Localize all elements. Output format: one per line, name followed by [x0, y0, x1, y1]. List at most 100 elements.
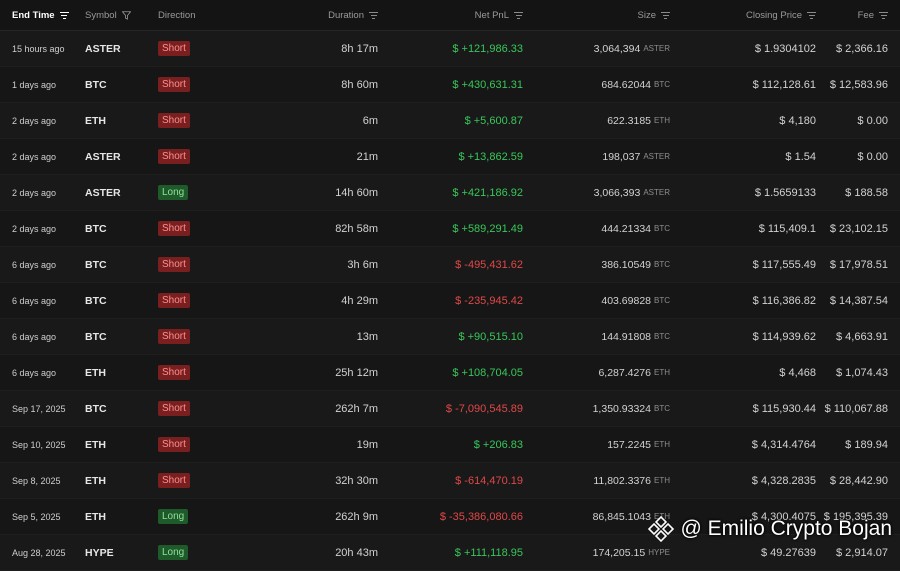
fee-cell: $ 23,102.15 — [820, 211, 888, 246]
symbol-value: ASTER — [85, 186, 121, 199]
direction-cell: Long — [158, 499, 238, 534]
net-pnl-value: $ +5,600.87 — [464, 114, 523, 127]
duration-cell: 8h 17m — [280, 31, 378, 66]
direction-badge: Short — [158, 293, 190, 308]
size-value: 174,205.15 — [592, 546, 646, 559]
closing-price-cell: $ 117,555.49 — [690, 247, 816, 282]
closing-price-value: $ 1.54 — [785, 150, 816, 163]
table-row[interactable]: 2 days ago ASTER Short 21m $ +13,862.59 198,0… — [0, 139, 900, 175]
net-pnl-value: $ -35,386,080.66 — [439, 510, 523, 523]
table-row[interactable]: 2 days ago ETH Short 6m $ +5,600.87 622.3185 E… — [0, 103, 900, 139]
sort-icon[interactable] — [369, 11, 378, 19]
fee-value: $ 0.00 — [857, 114, 888, 127]
net-pnl-column-header[interactable]: Net PnL — [400, 0, 523, 30]
table-row[interactable]: 15 hours ago ASTER Short 8h 17m $ +121,986.3… — [0, 31, 900, 67]
direction-cell: Long — [158, 535, 238, 570]
fee-cell: $ 189.94 — [820, 427, 888, 462]
closing-price-value: $ 4,468 — [779, 366, 816, 379]
duration-value: 262h 9m — [335, 510, 378, 523]
closing-price-value: $ 112,128.61 — [752, 78, 816, 91]
symbol-column-header[interactable]: Symbol — [85, 0, 145, 30]
sort-icon[interactable] — [807, 11, 816, 19]
table-row[interactable]: 1 days ago BTC Short 8h 60m $ +430,631.31 684… — [0, 67, 900, 103]
fee-value: $ 189.94 — [845, 438, 888, 451]
duration-cell: 21m — [280, 139, 378, 174]
symbol-cell[interactable]: HYPE — [85, 535, 145, 570]
closing-price-value: $ 4,314.4764 — [751, 438, 816, 451]
duration-value: 4h 29m — [341, 294, 378, 307]
symbol-cell[interactable]: BTC — [85, 247, 145, 282]
symbol-cell[interactable]: ETH — [85, 355, 145, 390]
size-cell: 444.21334 BTC — [530, 211, 670, 246]
closing-price-value: $ 1.5659133 — [754, 186, 816, 199]
table-row[interactable]: 6 days ago ETH Short 25h 12m $ +108,704.05 6,… — [0, 355, 900, 391]
direction-badge: Short — [158, 473, 190, 488]
symbol-cell[interactable]: BTC — [85, 391, 145, 426]
symbol-cell[interactable]: ETH — [85, 499, 145, 534]
sort-icon[interactable] — [879, 11, 888, 19]
symbol-value: ETH — [85, 510, 106, 523]
size-column-header[interactable]: Size — [530, 0, 670, 30]
size-value: 144.91808 — [601, 330, 651, 343]
table-row[interactable]: 6 days ago BTC Short 4h 29m $ -235,945.42 403… — [0, 283, 900, 319]
size-value: 198,037 — [602, 150, 641, 163]
table-row[interactable]: 6 days ago BTC Short 13m $ +90,515.10 144.918… — [0, 319, 900, 355]
net-pnl-value: $ -235,945.42 — [455, 294, 523, 307]
net-pnl-value: $ +108,704.05 — [452, 366, 523, 379]
direction-cell: Short — [158, 139, 238, 174]
symbol-cell[interactable]: ETH — [85, 463, 145, 498]
symbol-value: ETH — [85, 438, 106, 451]
symbol-cell[interactable]: BTC — [85, 283, 145, 318]
direction-cell: Short — [158, 103, 238, 138]
closing-price-column-header[interactable]: Closing Price — [690, 0, 816, 30]
table-row[interactable]: 6 days ago BTC Short 3h 6m $ -495,431.62 386.… — [0, 247, 900, 283]
size-value: 403.69828 — [601, 294, 651, 307]
symbol-cell[interactable]: BTC — [85, 67, 145, 102]
symbol-cell[interactable]: ETH — [85, 427, 145, 462]
duration-cell: 19m — [280, 427, 378, 462]
size-unit: ETH — [654, 116, 670, 125]
symbol-cell[interactable]: ASTER — [85, 175, 145, 210]
filter-icon[interactable] — [121, 10, 131, 20]
end-time-value: 6 days ago — [12, 295, 57, 306]
duration-cell: 20h 43m — [280, 535, 378, 570]
duration-column-header[interactable]: Duration — [280, 0, 378, 30]
closing-price-value: $ 4,180 — [779, 114, 816, 127]
net-pnl-cell: $ +589,291.49 — [400, 211, 523, 246]
closing-price-value: $ 115,930.44 — [752, 402, 816, 415]
symbol-cell[interactable]: BTC — [85, 211, 145, 246]
end-time-value: 6 days ago — [12, 331, 57, 342]
table-row[interactable]: Sep 8, 2025 ETH Short 32h 30m $ -614,470.19 1… — [0, 463, 900, 499]
closing-price-value: $ 117,555.49 — [752, 258, 816, 271]
fee-column-header[interactable]: Fee — [820, 0, 888, 30]
table-row[interactable]: Sep 17, 2025 BTC Short 262h 7m $ -7,090,545.… — [0, 391, 900, 427]
symbol-cell[interactable]: ASTER — [85, 31, 145, 66]
sort-icon[interactable] — [661, 11, 670, 19]
duration-cell: 4h 29m — [280, 283, 378, 318]
size-cell: 3,064,394 ASTER — [530, 31, 670, 66]
symbol-cell[interactable]: ETH — [85, 103, 145, 138]
size-unit: BTC — [654, 404, 670, 413]
symbol-cell[interactable]: BTC — [85, 319, 145, 354]
table-row[interactable]: 2 days ago BTC Short 82h 58m $ +589,291.49 44… — [0, 211, 900, 247]
end-time-cell: 15 hours ago — [12, 31, 82, 66]
sort-icon[interactable] — [59, 11, 69, 19]
end-time-column-header[interactable]: End Time — [12, 0, 82, 30]
size-unit: HYPE — [648, 548, 670, 557]
symbol-cell[interactable]: ASTER — [85, 139, 145, 174]
direction-cell: Short — [158, 355, 238, 390]
net-pnl-cell: $ -614,470.19 — [400, 463, 523, 498]
table-header: End Time Symbol Direction Duration Net P… — [0, 0, 900, 31]
size-value: 1,350.93324 — [592, 402, 651, 415]
table-row[interactable]: 2 days ago ASTER Long 14h 60m $ +421,186.92 3… — [0, 175, 900, 211]
closing-price-value: $ 114,939.62 — [752, 330, 816, 343]
table-row[interactable]: Sep 10, 2025 ETH Short 19m $ +206.83 157.2245… — [0, 427, 900, 463]
sort-icon[interactable] — [514, 11, 523, 19]
end-time-cell: Sep 10, 2025 — [12, 427, 82, 462]
fee-cell: $ 0.00 — [820, 103, 888, 138]
size-unit: ETH — [654, 476, 670, 485]
end-time-value: 2 days ago — [12, 151, 57, 162]
duration-value: 14h 60m — [335, 186, 378, 199]
size-cell: 1,350.93324 BTC — [530, 391, 670, 426]
duration-cell: 14h 60m — [280, 175, 378, 210]
